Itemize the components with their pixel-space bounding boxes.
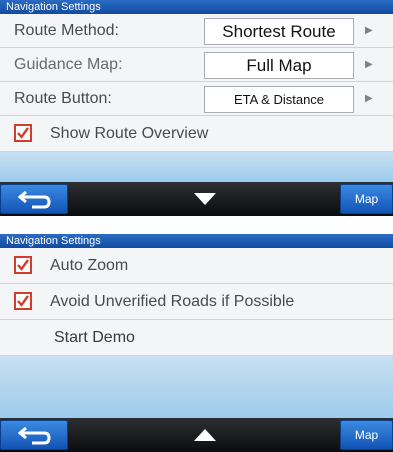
avoid-unverified-roads-checkbox[interactable] <box>14 292 32 310</box>
triangle-up-icon <box>194 429 216 441</box>
avoid-unverified-roads-row[interactable]: Avoid Unverified Roads if Possible <box>0 284 393 320</box>
start-demo-row[interactable]: Start Demo <box>0 320 393 356</box>
triangle-down-icon <box>194 193 216 205</box>
show-route-overview-checkbox[interactable] <box>14 124 32 142</box>
triangle-right-icon[interactable]: ▶ <box>365 48 373 82</box>
scroll-down-button[interactable] <box>72 184 338 214</box>
guidance-map-row[interactable]: Guidance Map: Full Map ▶ <box>0 48 393 82</box>
route-button-label: Route Button: <box>14 90 112 107</box>
screen-title: Navigation Settings <box>6 1 101 13</box>
navigation-settings-screen-2: Navigation Settings Auto Zoom Avoid Unve… <box>0 234 393 452</box>
back-arrow-icon <box>18 426 51 445</box>
scroll-up-button[interactable] <box>72 420 338 450</box>
back-arrow-icon <box>18 190 51 209</box>
triangle-right-icon[interactable]: ▶ <box>365 82 373 116</box>
background-area <box>0 356 393 418</box>
map-button[interactable]: Map <box>340 420 393 450</box>
back-button[interactable] <box>0 420 68 450</box>
checkmark-icon <box>17 295 29 307</box>
background-area <box>0 152 393 182</box>
guidance-map-value[interactable]: Full Map <box>204 52 354 79</box>
auto-zoom-checkbox[interactable] <box>14 256 32 274</box>
auto-zoom-row[interactable]: Auto Zoom <box>0 248 393 284</box>
triangle-right-icon[interactable]: ▶ <box>365 14 373 48</box>
show-route-overview-label: Show Route Overview <box>50 125 209 142</box>
back-button[interactable] <box>0 184 68 214</box>
route-method-value[interactable]: Shortest Route <box>204 18 354 45</box>
bottom-bar: Map <box>0 418 393 452</box>
checkmark-icon <box>17 259 29 271</box>
title-bar: Navigation Settings <box>0 0 393 14</box>
auto-zoom-label: Auto Zoom <box>50 257 129 274</box>
route-method-label: Route Method: <box>14 22 119 39</box>
start-demo-label: Start Demo <box>54 329 135 346</box>
title-bar: Navigation Settings <box>0 234 393 248</box>
avoid-unverified-roads-label: Avoid Unverified Roads if Possible <box>50 293 295 310</box>
show-route-overview-row[interactable]: Show Route Overview <box>0 116 393 152</box>
navigation-settings-screen-1: Navigation Settings Route Method: Shorte… <box>0 0 393 222</box>
map-button[interactable]: Map <box>340 184 393 214</box>
checkmark-icon <box>17 127 29 139</box>
route-method-row[interactable]: Route Method: Shortest Route ▶ <box>0 14 393 48</box>
guidance-map-label: Guidance Map: <box>14 56 123 73</box>
bottom-bar: Map <box>0 182 393 216</box>
route-button-value[interactable]: ETA & Distance <box>204 86 354 113</box>
route-button-row[interactable]: Route Button: ETA & Distance ▶ <box>0 82 393 116</box>
screen-title: Navigation Settings <box>6 235 101 247</box>
